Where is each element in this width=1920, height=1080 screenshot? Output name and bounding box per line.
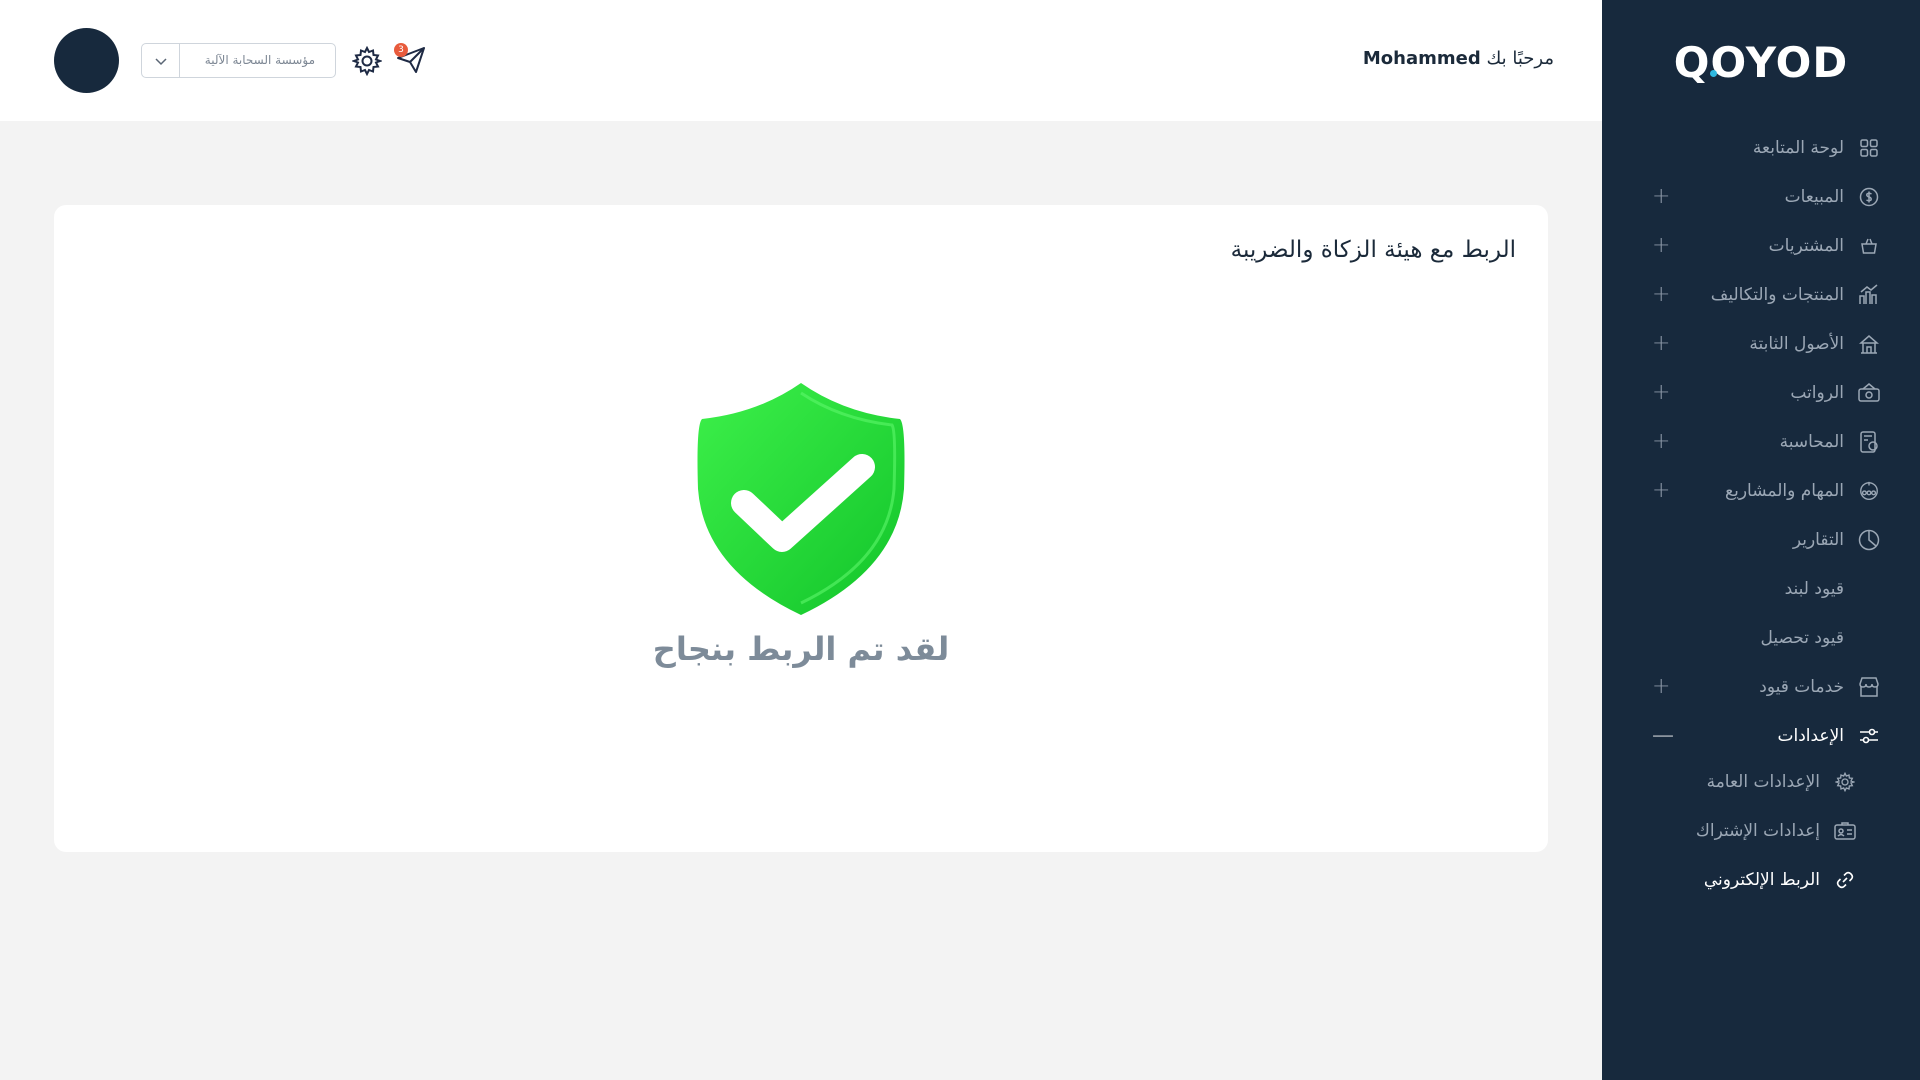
notification-badge: 3 — [394, 43, 408, 57]
sidebar-item-products[interactable]: المنتجات والتكاليف + — [1632, 275, 1880, 315]
sidebar-item-projects[interactable]: المهام والمشاريع + — [1632, 471, 1880, 511]
link-icon — [1834, 869, 1856, 891]
sidebar-subitem-general-settings[interactable]: الإعدادات العامة — [1632, 762, 1880, 802]
products-icon — [1858, 284, 1880, 306]
basket-icon — [1858, 235, 1880, 257]
sidebar-item-label: لوحة المتابعة — [1752, 138, 1844, 158]
plus-icon[interactable]: + — [1652, 333, 1670, 355]
plus-icon[interactable]: + — [1652, 676, 1670, 698]
sliders-icon — [1858, 725, 1880, 747]
sidebar-item-label: قيود لبند — [1784, 579, 1844, 599]
sidebar-item-settings[interactable]: الإعدادات — — [1632, 716, 1880, 756]
reports-icon — [1858, 529, 1880, 551]
sidebar-item-label: المنتجات والتكاليف — [1710, 285, 1844, 305]
shield-check-icon — [694, 379, 908, 619]
sidebar-item-label: الإعدادات — [1777, 726, 1844, 746]
sidebar-subitem-label: إعدادات الإشتراك — [1695, 821, 1820, 841]
organization-name: مؤسسة السحابة الآلية — [204, 53, 315, 67]
plus-icon[interactable]: + — [1652, 235, 1670, 257]
gear-icon — [1834, 771, 1856, 793]
sidebar-subitem-subscription-settings[interactable]: إعدادات الإشتراك — [1632, 811, 1880, 851]
sidebar-subitem-e-linking[interactable]: الربط الإلكتروني — [1632, 860, 1880, 900]
sidebar-item-label: المبيعات — [1784, 187, 1844, 207]
dollar-icon — [1858, 186, 1880, 208]
sidebar-item-label: الرواتب — [1790, 383, 1844, 403]
sidebar-item-dashboard[interactable]: لوحة المتابعة — [1632, 128, 1880, 168]
welcome-message: مرحبًا بك Mohammed — [1363, 48, 1554, 69]
projects-icon — [1858, 480, 1880, 502]
organization-select[interactable]: مؤسسة السحابة الآلية — [141, 43, 336, 78]
sidebar-subitem-label: الإعدادات العامة — [1706, 772, 1820, 792]
sidebar-item-label: المحاسبة — [1779, 432, 1844, 452]
store-icon — [1858, 676, 1880, 698]
success-message: لقد تم الربط بنجاح — [652, 630, 950, 668]
minus-icon[interactable]: — — [1652, 725, 1674, 747]
assets-icon — [1858, 333, 1880, 355]
plus-icon[interactable]: + — [1652, 284, 1670, 306]
chevron-down-icon[interactable] — [142, 44, 180, 77]
sidebar-item-fixed-assets[interactable]: الأصول الثابتة + — [1632, 324, 1880, 364]
qoyod-logo[interactable]: QOYOD — [1602, 38, 1920, 87]
sidebar-item-label: الأصول الثابتة — [1749, 334, 1844, 354]
welcome-prefix: مرحبًا بك — [1486, 48, 1554, 69]
dashboard-icon — [1858, 137, 1880, 159]
sidebar-item-purchases[interactable]: المشتريات + — [1632, 226, 1880, 266]
plus-icon[interactable]: + — [1652, 186, 1670, 208]
user-name: Mohammed — [1362, 48, 1481, 69]
logo-text: QOYOD — [1673, 38, 1849, 87]
top-header: مرحبًا بك Mohammed 3 مؤسسة السحابة الآلي… — [0, 0, 1602, 121]
sidebar-item-reports[interactable]: التقارير — [1632, 520, 1880, 560]
sidebar-item-salaries[interactable]: الرواتب + — [1632, 373, 1880, 413]
sidebar-item-label: خدمات قيود — [1759, 677, 1844, 697]
sidebar-item-label: المهام والمشاريع — [1725, 481, 1844, 501]
sidebar: QOYOD لوحة المتابعة المبيعات + المشتريات… — [1602, 0, 1920, 1080]
sidebar-item-label: قيود تحصيل — [1760, 628, 1844, 648]
sidebar-item-qoyod-services[interactable]: خدمات قيود + — [1632, 667, 1880, 707]
sidebar-item-entries-item[interactable]: قيود لبند — [1632, 569, 1880, 609]
sidebar-subitem-label: الربط الإلكتروني — [1703, 870, 1820, 890]
plus-icon[interactable]: + — [1652, 480, 1670, 502]
sidebar-item-label: المشتريات — [1768, 236, 1844, 256]
avatar[interactable] — [54, 28, 119, 93]
sidebar-item-accounting[interactable]: المحاسبة + — [1632, 422, 1880, 462]
sidebar-item-sales[interactable]: المبيعات + — [1632, 177, 1880, 217]
sidebar-item-collection-entries[interactable]: قيود تحصيل — [1632, 618, 1880, 658]
plus-icon[interactable]: + — [1652, 431, 1670, 453]
logo-dot — [1710, 70, 1717, 77]
id-card-icon — [1834, 820, 1856, 842]
plus-icon[interactable]: + — [1652, 382, 1670, 404]
card-title: الربط مع هيئة الزكاة والضريبة — [1230, 237, 1516, 263]
sidebar-item-label: التقارير — [1792, 530, 1844, 550]
accounting-icon — [1858, 431, 1880, 453]
settings-gear-icon[interactable] — [351, 45, 383, 77]
salary-icon — [1858, 382, 1880, 404]
zatca-integration-card: الربط مع هيئة الزكاة والضريبة لقد تم الر… — [54, 205, 1548, 852]
